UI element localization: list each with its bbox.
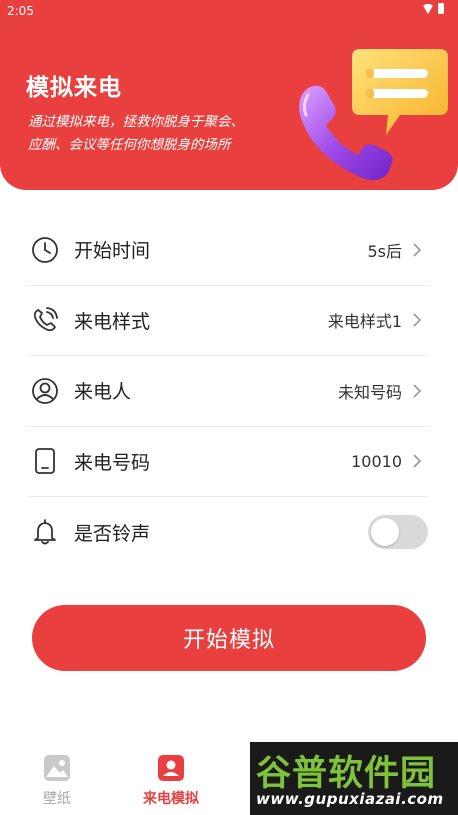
status-bar: 2:05 [0, 0, 458, 22]
setting-label: 开始时间 [74, 240, 151, 263]
person-icon [30, 376, 60, 406]
chevron-right-icon [410, 243, 424, 257]
wifi-icon [422, 3, 434, 14]
setting-call-style[interactable]: 来电样式 来电样式1 [28, 286, 428, 356]
phone-chat-illustration-icon [299, 49, 448, 181]
setting-caller[interactable]: 来电人 未知号码 [28, 356, 428, 427]
chevron-right-icon [410, 454, 424, 468]
setting-start-time[interactable]: 开始时间 5s后 [28, 215, 428, 286]
settings-list: 开始时间 5s后 来电样式 来电样式1 来电人 未知号码 来电号码 10010 … [28, 215, 428, 568]
bell-icon [30, 517, 60, 547]
setting-value: 来电样式1 [327, 312, 402, 332]
nav-label: 壁纸 [43, 791, 71, 807]
watermark-url: www.gupuxiazai.com [256, 790, 444, 808]
setting-ringtone: 是否铃声 [28, 497, 428, 568]
nav-item-call-simulation[interactable]: 来电模拟 [131, 754, 211, 808]
ringtone-toggle[interactable] [368, 515, 428, 550]
status-icons [422, 3, 444, 14]
chevron-right-icon [410, 384, 424, 398]
setting-value: 5s后 [367, 241, 402, 261]
hero-banner: 2:05 模拟来电 通过模拟来电，拯救你脱身于聚会、 应酬、会议等任何你想脱身的… [0, 0, 458, 190]
chevron-right-icon [410, 313, 424, 327]
hero-description-line2: 应酬、会议等任何你想脱身的场所 [28, 137, 231, 153]
image-icon [43, 754, 71, 782]
hero-description-line1: 通过模拟来电，拯救你脱身于聚会、 [28, 114, 244, 130]
setting-value: 未知号码 [337, 382, 402, 402]
setting-label: 来电人 [74, 381, 132, 404]
setting-value: 10010 [351, 451, 402, 471]
watermark-logo: 谷普软件园 www.gupuxiazai.com [250, 742, 458, 815]
nav-item-wallpaper[interactable]: 壁纸 [17, 754, 97, 808]
app-screen: 2:05 模拟来电 通过模拟来电，拯救你脱身于聚会、 应酬、会议等任何你想脱身的… [0, 0, 458, 815]
hero-description: 通过模拟来电，拯救你脱身于聚会、 应酬、会议等任何你想脱身的场所 [28, 111, 288, 157]
start-simulation-button[interactable]: 开始模拟 [32, 605, 426, 671]
setting-label: 是否铃声 [74, 522, 151, 545]
setting-caller-number[interactable]: 来电号码 10010 [28, 427, 428, 497]
hero-title: 模拟来电 [26, 75, 122, 101]
phone-ringing-icon [30, 305, 60, 335]
nav-label: 来电模拟 [143, 791, 199, 807]
setting-label: 来电样式 [74, 310, 151, 333]
watermark-name: 谷普软件园 [256, 754, 437, 794]
status-time: 2:05 [7, 4, 34, 18]
toggle-knob [371, 518, 399, 547]
contact-icon [157, 754, 185, 782]
clock-icon [30, 235, 60, 265]
mobile-icon [30, 446, 60, 476]
battery-icon [438, 3, 444, 14]
setting-label: 来电号码 [74, 451, 151, 474]
